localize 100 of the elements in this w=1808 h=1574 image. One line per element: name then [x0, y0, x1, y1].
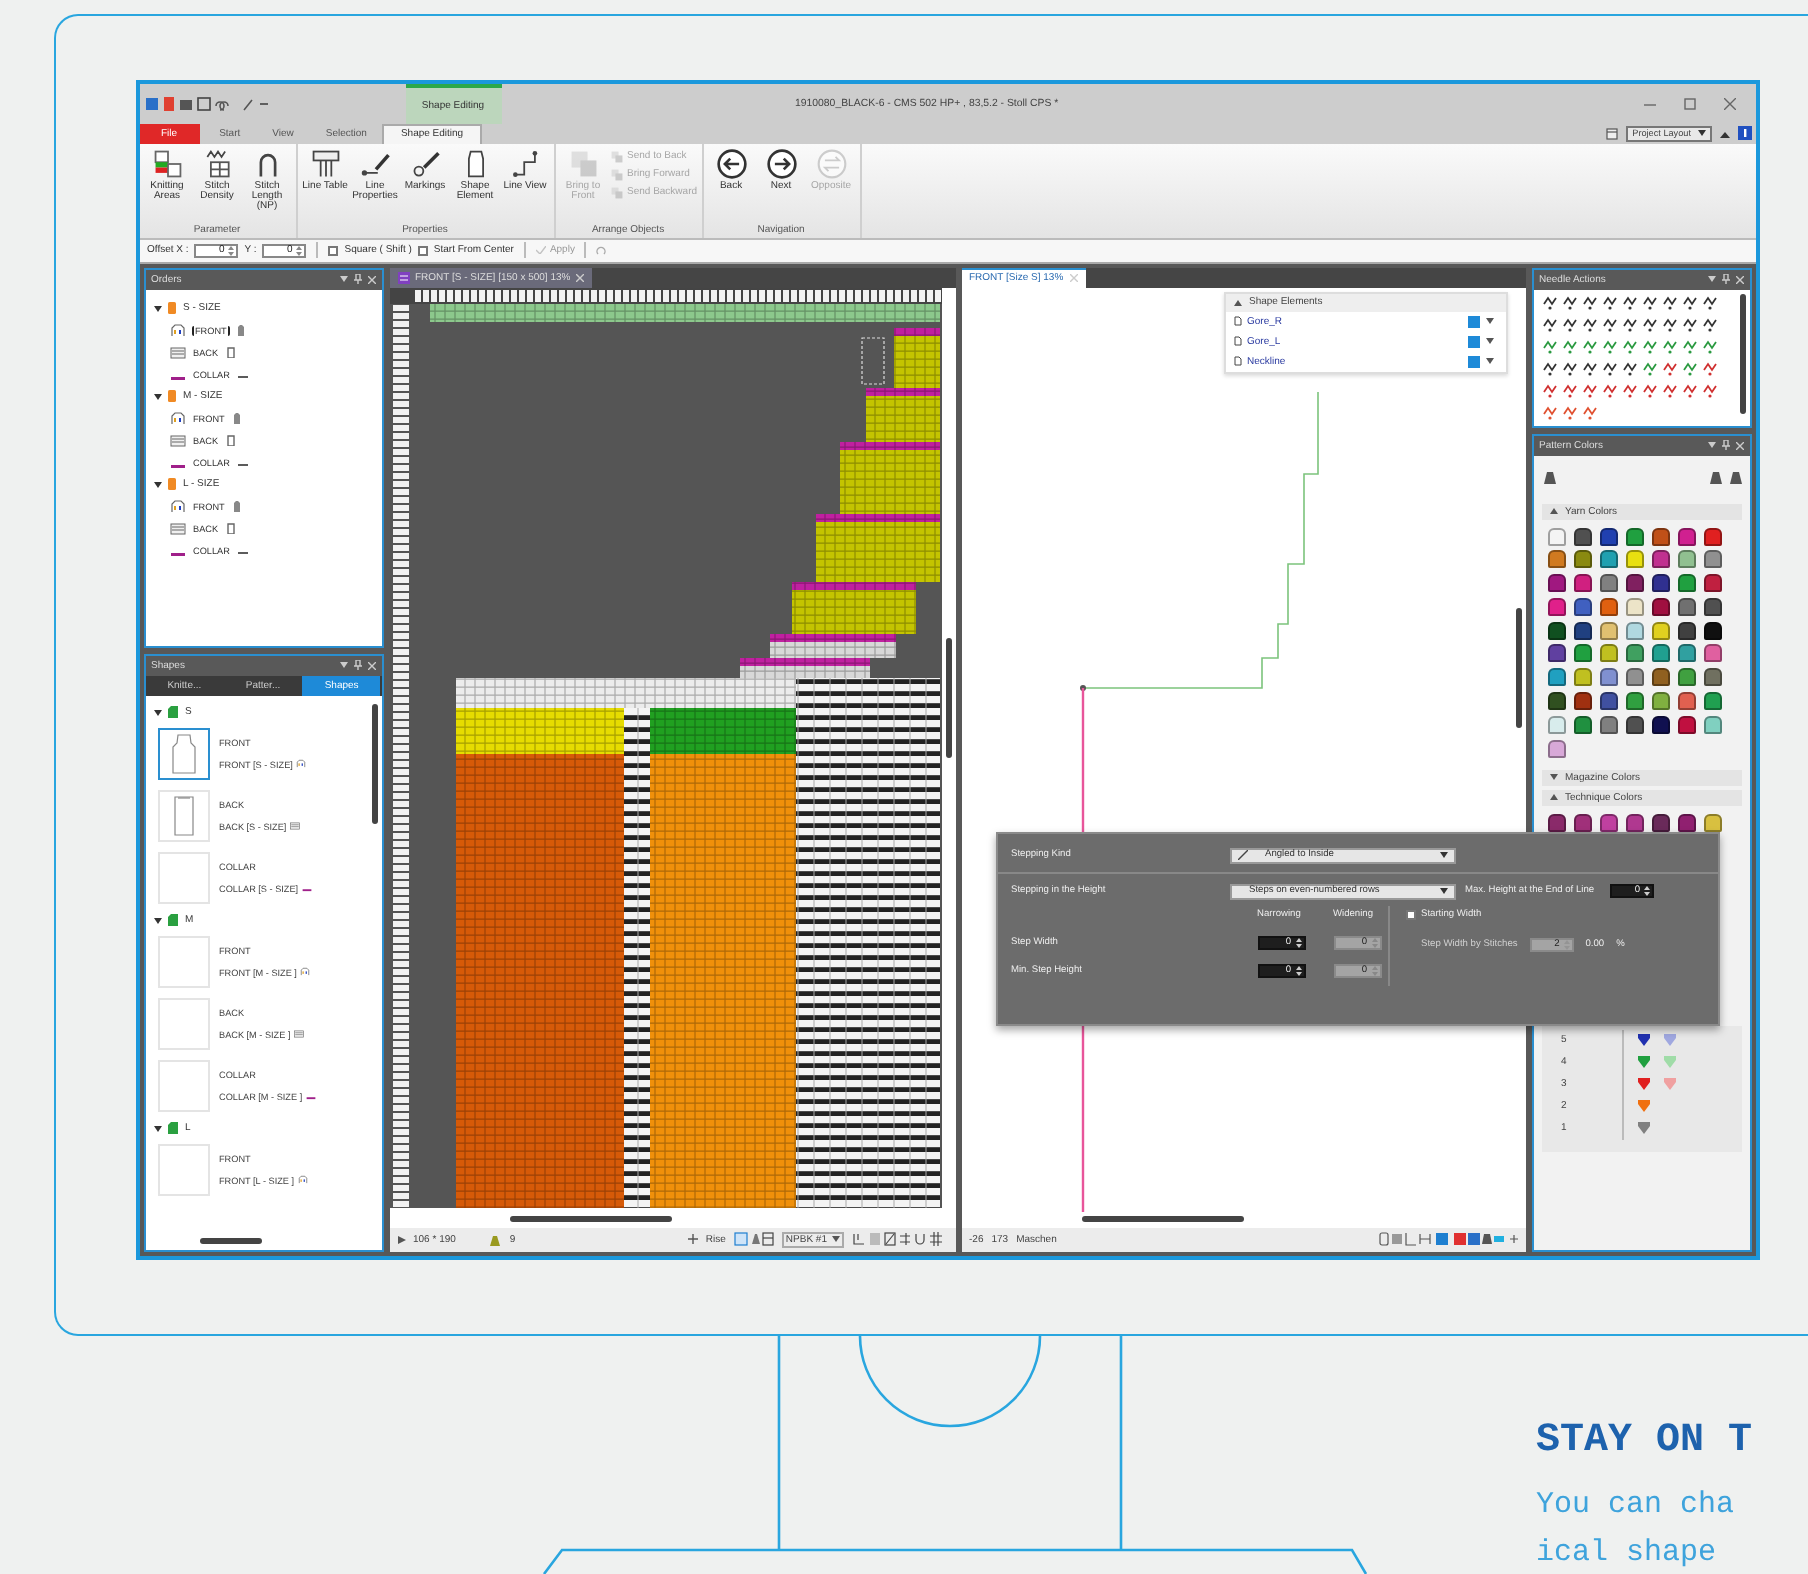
expander-icon[interactable] [153, 480, 161, 488]
scroll-thumb[interactable] [1081, 1216, 1243, 1222]
yarn-color-swatch[interactable] [1625, 692, 1643, 711]
yarn-color-swatch[interactable] [1677, 527, 1695, 545]
yarn-color-swatch[interactable] [1573, 715, 1591, 734]
caret-icon[interactable] [1485, 318, 1493, 324]
close-icon[interactable] [1723, 97, 1735, 109]
pin-icon[interactable] [1721, 274, 1729, 284]
yarn-color-swatch[interactable] [1625, 527, 1643, 545]
yarn-color-swatch[interactable] [1703, 621, 1721, 640]
yarn-color-swatch[interactable] [1703, 668, 1721, 687]
yarn-color-swatch[interactable] [1651, 644, 1669, 663]
yarn-color-swatch[interactable] [1625, 621, 1643, 640]
pin-icon[interactable] [353, 274, 361, 284]
yarn-color-swatch[interactable] [1677, 574, 1695, 593]
shape-thumbnail[interactable] [157, 728, 209, 780]
scroll-thumb[interactable] [1739, 293, 1745, 413]
yarn-color-swatch[interactable] [1547, 739, 1565, 758]
pin-icon[interactable] [1721, 440, 1729, 450]
scroll-thumb[interactable] [1515, 607, 1521, 727]
yarn-color-swatch[interactable] [1599, 668, 1617, 687]
yarn-color-swatch[interactable] [1625, 715, 1643, 734]
yarn-color-swatch[interactable] [1599, 692, 1617, 711]
toolbar-icons-drawing[interactable] [851, 1232, 947, 1246]
caret-icon[interactable] [1707, 276, 1715, 282]
help-icon[interactable] [1737, 126, 1751, 140]
yarn-color-swatch[interactable] [1599, 550, 1617, 569]
yarn-color-swatch[interactable] [1573, 692, 1591, 711]
yarn-color-swatch[interactable] [1599, 574, 1617, 593]
yarn-color-swatch[interactable] [1625, 668, 1643, 687]
yarn-color-swatch[interactable] [1677, 597, 1695, 616]
yarn-color-swatch[interactable] [1703, 550, 1721, 569]
caret-icon[interactable] [831, 1236, 839, 1242]
yarn-color-swatch[interactable] [1547, 813, 1565, 832]
yarn-color-swatch[interactable] [1677, 668, 1695, 687]
yarn-color-swatch[interactable] [1677, 621, 1695, 640]
caret-icon[interactable] [1439, 888, 1447, 894]
pin-icon[interactable] [353, 660, 361, 670]
caret-icon[interactable] [339, 276, 347, 282]
expander-icon[interactable] [153, 304, 161, 312]
yarn-color-swatch[interactable] [1599, 813, 1617, 832]
yarn-color-swatch[interactable] [1651, 527, 1669, 545]
yarn-color-swatch[interactable] [1547, 668, 1565, 687]
yarn-color-swatch[interactable] [1651, 715, 1669, 734]
expander-icon[interactable] [153, 916, 161, 924]
yarn-color-swatch[interactable] [1703, 574, 1721, 593]
yarn-color-swatch[interactable] [1625, 550, 1643, 569]
yarn-color-swatch[interactable] [1573, 813, 1591, 832]
yarn-color-swatch[interactable] [1651, 550, 1669, 569]
caret-icon[interactable] [1439, 852, 1447, 858]
checkbox[interactable] [328, 245, 339, 255]
yarn-color-swatch[interactable] [1599, 597, 1617, 616]
yarn-color-swatch[interactable] [1599, 644, 1617, 663]
yarn-color-swatch[interactable] [1625, 597, 1643, 616]
scroll-thumb[interactable] [199, 1238, 263, 1244]
collapse-icon[interactable] [1719, 129, 1729, 137]
caret-icon[interactable] [1485, 338, 1493, 344]
yarn-icon[interactable] [1541, 470, 1555, 484]
yarn-color-swatch[interactable] [1547, 574, 1565, 593]
yarn-color-swatch[interactable] [1573, 550, 1591, 569]
toolbar-icons-drawing[interactable] [733, 1232, 774, 1246]
yarn-color-swatch[interactable] [1703, 813, 1721, 832]
yarn-color-swatch[interactable] [1677, 692, 1695, 711]
yarn-color-swatch[interactable] [1651, 574, 1669, 593]
yarn-color-swatch[interactable] [1547, 597, 1565, 616]
yarn-color-swatch[interactable] [1703, 715, 1721, 734]
yarn-color-swatch[interactable] [1703, 692, 1721, 711]
expander-icon[interactable] [153, 392, 161, 400]
yarn-color-swatch[interactable] [1677, 550, 1695, 569]
yarn-color-swatch[interactable] [1573, 574, 1591, 593]
yarn-color-swatch[interactable] [1547, 692, 1565, 711]
expander-icon[interactable] [153, 1124, 161, 1132]
yarn-color-swatch[interactable] [1573, 668, 1591, 687]
maximize-icon[interactable] [1683, 97, 1695, 109]
yarn-color-swatch[interactable] [1599, 715, 1617, 734]
quick-access-toolbar-drawing[interactable] [145, 95, 269, 111]
scroll-thumb[interactable] [509, 1216, 672, 1222]
yarn-color-swatch[interactable] [1651, 597, 1669, 616]
yarn-color-swatch[interactable] [1599, 527, 1617, 545]
yarn-color-swatch[interactable] [1625, 644, 1643, 663]
yarn-color-swatch[interactable] [1677, 813, 1695, 832]
window-icon[interactable] [1606, 127, 1619, 139]
yarn-color-swatch[interactable] [1547, 621, 1565, 640]
yarn-color-swatch[interactable] [1703, 527, 1721, 545]
yarn-color-swatch[interactable] [1651, 668, 1669, 687]
toolbar-icons-drawing[interactable] [1377, 1232, 1517, 1246]
checkbox[interactable] [417, 245, 428, 255]
yarn-color-swatch[interactable] [1547, 644, 1565, 663]
caret-icon[interactable] [1707, 442, 1715, 448]
caret-icon[interactable] [339, 662, 347, 668]
caret-icon[interactable] [1697, 130, 1705, 136]
yarn-color-swatch[interactable] [1677, 715, 1695, 734]
yarn-color-swatch[interactable] [1547, 550, 1565, 569]
yarn-color-swatch[interactable] [1703, 597, 1721, 616]
scroll-thumb[interactable] [945, 637, 951, 757]
yarn-color-swatch[interactable] [1651, 621, 1669, 640]
collapse-icon[interactable] [1233, 299, 1241, 305]
yarn-color-swatch[interactable] [1599, 621, 1617, 640]
yarn-color-swatch[interactable] [1677, 644, 1695, 663]
expander-icon[interactable] [153, 708, 161, 716]
